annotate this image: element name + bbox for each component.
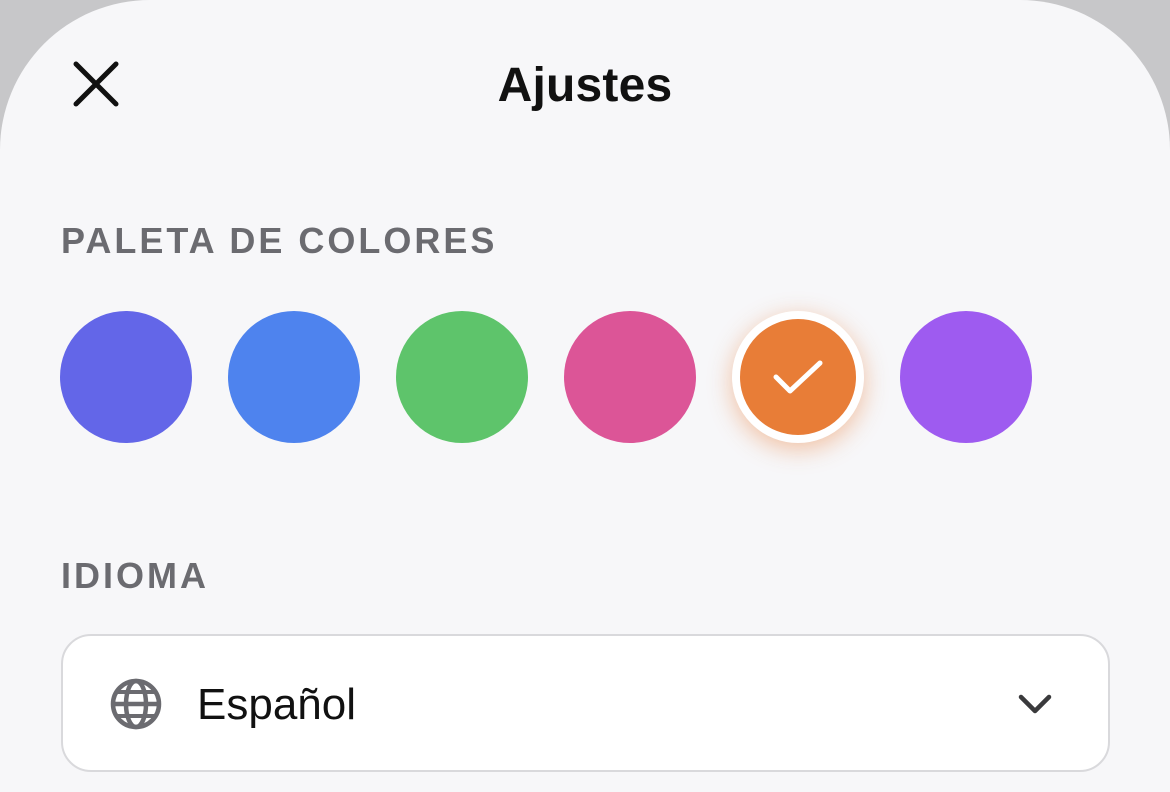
color-swatch-blue[interactable] [228,311,360,443]
language-select[interactable]: Español [61,634,1110,772]
color-swatch-pink[interactable] [564,311,696,443]
chevron-down-icon [1018,694,1052,714]
language-section-label: IDIOMA [61,555,209,596]
language-value: Español [197,680,357,729]
palette-section-label: PALETA DE COLORES [61,220,498,261]
color-swatch-green[interactable] [396,311,528,443]
globe-icon [110,678,162,730]
color-swatch-indigo[interactable] [60,311,192,443]
header: Ajustes [0,0,1170,170]
check-icon [773,360,823,394]
color-swatch-orange[interactable] [732,311,864,443]
settings-sheet: Ajustes PALETA DE COLORES IDIOMA Español [0,0,1170,792]
color-swatch-purple[interactable] [900,311,1032,443]
page-title: Ajustes [497,59,673,112]
